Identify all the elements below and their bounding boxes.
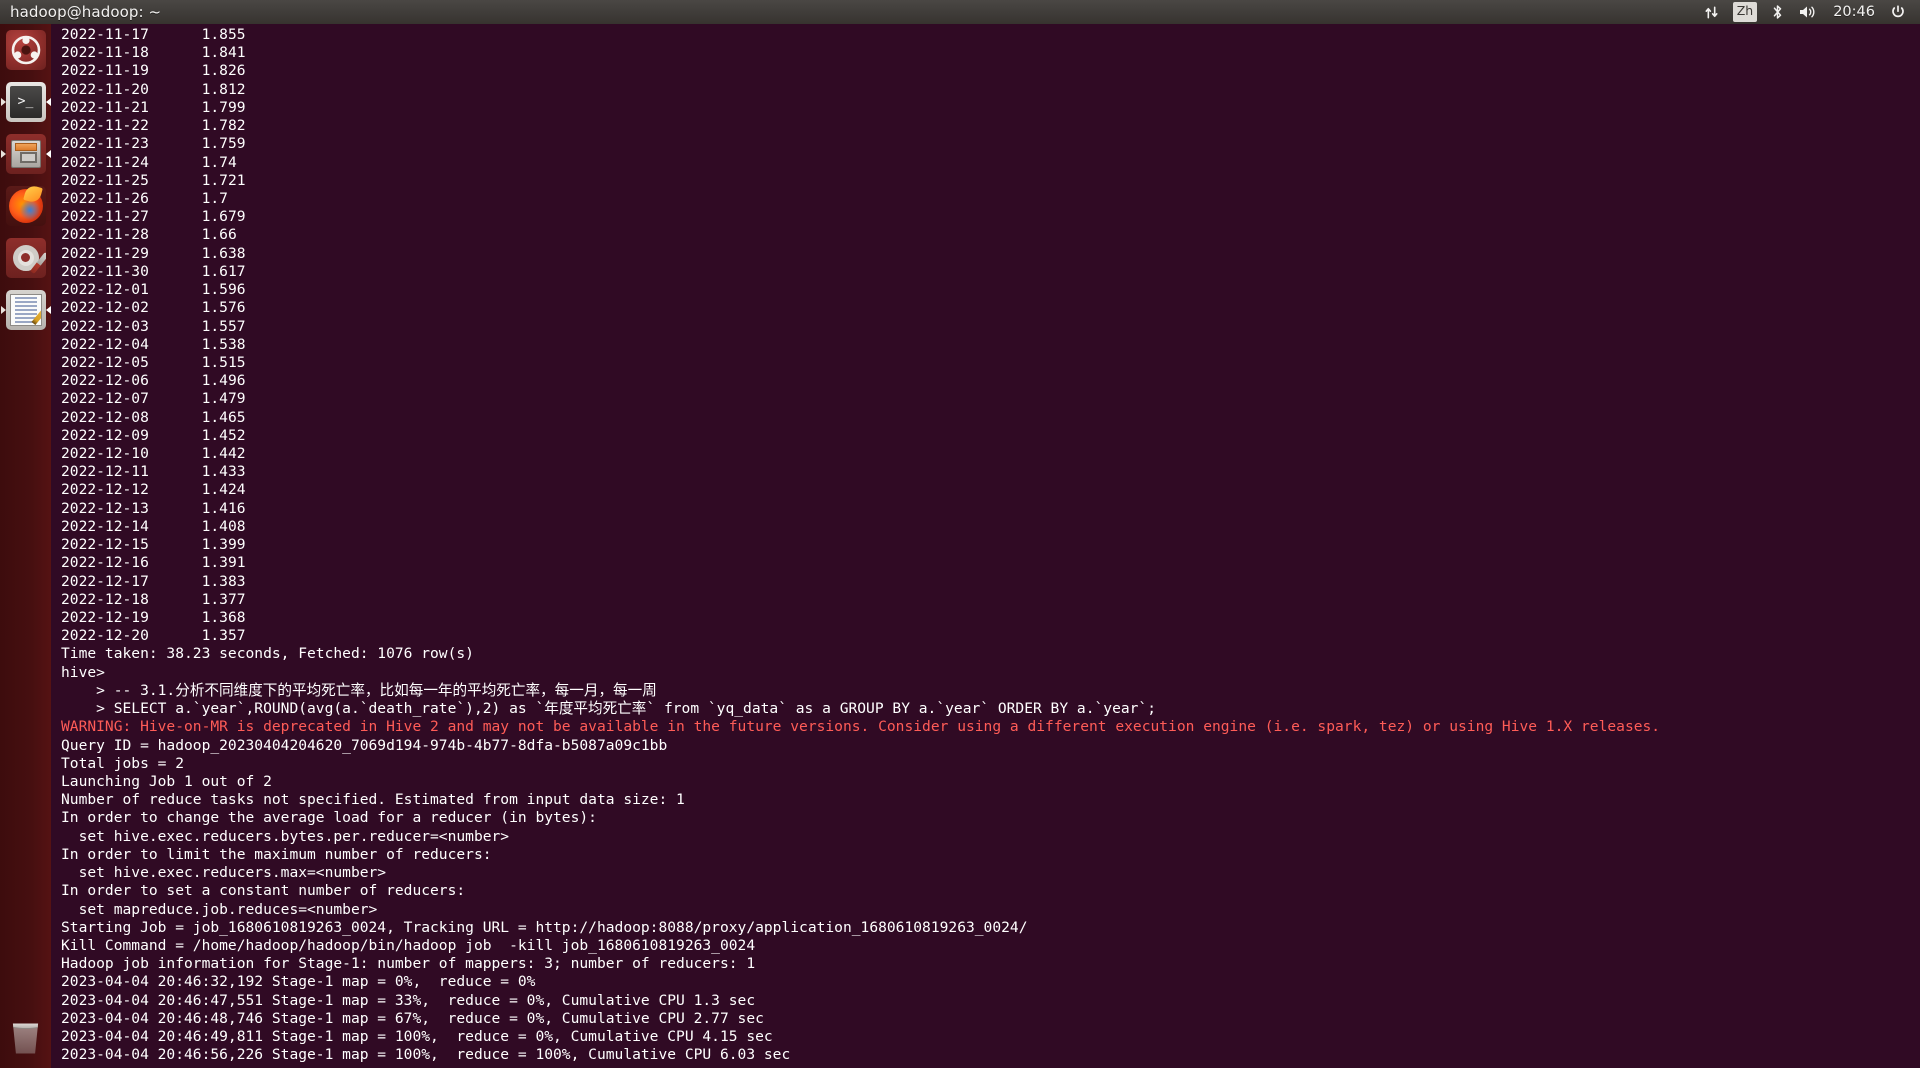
launcher-item-ubuntu-dash-home[interactable] — [0, 24, 51, 75]
table-row: 2022-12-17 1.383 — [61, 572, 246, 590]
table-row: 2022-11-29 1.638 — [61, 244, 246, 262]
terminal-log-line: set hive.exec.reducers.max=<number> — [61, 864, 387, 882]
terminal-log-line: In order to limit the maximum number of … — [61, 845, 492, 863]
firefox-icon — [5, 185, 46, 226]
table-row: 2022-12-19 1.368 — [61, 609, 246, 626]
table-row: 2022-12-11 1.433 — [61, 463, 246, 481]
focus-indicator-right — [46, 149, 51, 158]
trash-can-icon — [12, 1023, 39, 1054]
terminal-icon: >_ — [5, 81, 46, 122]
terminal-log-line: 2023-04-04 20:46:32,192 Stage-1 map = 0%… — [61, 973, 536, 991]
table-row: 2022-11-24 1.74 — [61, 153, 237, 171]
launcher-dock: >_ — [0, 24, 51, 1068]
terminal-log-line: Total jobs = 2 — [61, 754, 185, 772]
terminal-log-line: Query ID = hadoop_20230404204620_7069d19… — [61, 736, 668, 754]
terminal-log-line: 2023-04-04 20:46:47,551 Stage-1 map = 33… — [61, 991, 756, 1009]
table-row: 2022-11-27 1.679 — [61, 208, 246, 226]
table-row: 2022-11-20 1.812 — [61, 80, 246, 98]
table-row: 2022-12-16 1.391 — [61, 554, 246, 572]
launcher-item-system-settings[interactable] — [0, 232, 51, 283]
table-row: 2022-11-21 1.799 — [61, 98, 246, 116]
terminal-log-line: WARNING: Hive-on-MR is deprecated in Hiv… — [61, 718, 1661, 736]
terminal-log-line: Time taken: 38.23 seconds, Fetched: 1076… — [61, 645, 474, 663]
terminal-log-line: Number of reduce tasks not specified. Es… — [61, 791, 685, 809]
launcher-item-text-editor[interactable] — [0, 284, 51, 335]
table-row: 2022-11-17 1.855 — [61, 26, 246, 43]
table-row: 2022-12-05 1.515 — [61, 353, 246, 371]
terminal-log-line: Hadoop job information for Stage-1: numb… — [61, 955, 756, 973]
terminal-log-line: Kill Command = /home/hadoop/hadoop/bin/h… — [61, 936, 756, 954]
file-cabinet-icon — [5, 133, 46, 174]
launcher-item-file-manager[interactable] — [0, 128, 51, 179]
table-row: 2022-11-18 1.841 — [61, 44, 246, 62]
window-title: hadoop@hadoop: ~ — [10, 3, 162, 21]
table-row: 2022-11-22 1.782 — [61, 117, 246, 135]
running-indicator-left — [1, 97, 6, 106]
terminal-log-line: In order to change the average load for … — [61, 809, 597, 827]
terminal-log-line: In order to set a constant number of red… — [61, 882, 466, 900]
table-row: 2022-12-10 1.442 — [61, 445, 246, 463]
table-row: 2022-12-13 1.416 — [61, 499, 246, 517]
launcher-item-trash[interactable] — [0, 1013, 51, 1064]
table-row: 2022-12-03 1.557 — [61, 317, 246, 335]
terminal-log-line: 2023-04-04 20:46:56,226 Stage-1 map = 10… — [61, 1046, 791, 1064]
launcher-items: >_ — [0, 24, 51, 335]
system-tray: Zh 20:46 — [1697, 0, 1920, 24]
table-row: 2022-12-12 1.424 — [61, 481, 246, 499]
bluetooth-icon[interactable] — [1764, 0, 1791, 24]
terminal-log-line: Starting Job = job_1680610819263_0024, T… — [61, 918, 1028, 936]
table-row: 2022-12-09 1.452 — [61, 426, 246, 444]
table-row: 2022-12-15 1.399 — [61, 536, 246, 554]
terminal-log-line: > -- 3.1.分析不同维度下的平均死亡率，比如每一年的平均死亡率，每一月，每… — [61, 681, 657, 699]
ubuntu-logo-icon — [5, 29, 46, 70]
volume-speaker-icon[interactable] — [1791, 0, 1825, 24]
table-row: 2022-11-23 1.759 — [61, 135, 246, 153]
terminal-log-line: > SELECT a.`year`,ROUND(avg(a.`death_rat… — [61, 700, 1156, 718]
launcher-item-firefox[interactable] — [0, 180, 51, 231]
table-row: 2022-11-28 1.66 — [61, 226, 237, 244]
table-row: 2022-12-04 1.538 — [61, 335, 246, 353]
table-row: 2022-12-20 1.357 — [61, 627, 246, 645]
running-indicator-left — [1, 305, 6, 314]
clock[interactable]: 20:46 — [1825, 4, 1883, 20]
running-indicator-left — [1, 149, 6, 158]
input-method-indicator[interactable]: Zh — [1726, 0, 1765, 24]
table-row: 2022-12-07 1.479 — [61, 390, 246, 408]
terminal-log-line: Launching Job 1 out of 2 — [61, 772, 272, 790]
terminal-log-line: hive> — [61, 663, 105, 681]
focus-indicator-right — [46, 305, 51, 314]
focus-indicator-right — [46, 97, 51, 106]
power-gear-icon[interactable] — [1883, 0, 1913, 24]
table-row: 2022-12-14 1.408 — [61, 517, 246, 535]
launcher-item-terminal[interactable]: >_ — [0, 76, 51, 127]
table-row: 2022-11-26 1.7 — [61, 189, 228, 207]
terminal-window[interactable]: 2022-11-17 1.855 2022-11-18 1.841 2022-11-… — [51, 24, 1920, 1068]
table-row: 2022-12-06 1.496 — [61, 372, 246, 390]
table-row: 2022-12-18 1.377 — [61, 590, 246, 608]
terminal-log-line: set hive.exec.reducers.bytes.per.reducer… — [61, 827, 510, 845]
document-pencil-icon — [5, 289, 46, 330]
table-row: 2022-12-08 1.465 — [61, 408, 246, 426]
input-method-label: Zh — [1732, 2, 1758, 22]
terminal-log-line: set mapreduce.job.reduces=<number> — [61, 900, 378, 918]
table-row: 2022-11-19 1.826 — [61, 62, 246, 80]
terminal-log-line: 2023-04-04 20:46:48,746 Stage-1 map = 67… — [61, 1009, 764, 1027]
top-panel: hadoop@hadoop: ~ Zh 20:46 — [0, 0, 1920, 24]
gear-wrench-icon — [5, 237, 46, 278]
terminal-log-line: 2023-04-04 20:46:49,811 Stage-1 map = 10… — [61, 1028, 773, 1046]
table-row: 2022-12-02 1.576 — [61, 299, 246, 317]
table-row: 2022-12-01 1.596 — [61, 281, 246, 299]
table-row: 2022-11-30 1.617 — [61, 262, 246, 280]
table-row: 2022-11-25 1.721 — [61, 171, 246, 189]
network-up-down-arrows-icon[interactable] — [1697, 0, 1726, 24]
